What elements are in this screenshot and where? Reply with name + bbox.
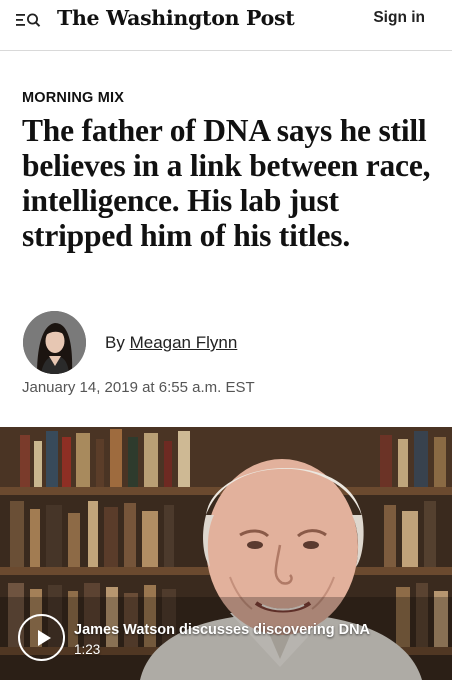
top-nav-bar: The Washington Post Sign in — [0, 0, 452, 51]
hamburger-menu-icon[interactable] — [16, 14, 25, 26]
article-headline: The father of DNA says he still believes… — [22, 113, 431, 253]
play-icon[interactable] — [38, 630, 51, 646]
author-avatar[interactable] — [23, 311, 86, 374]
play-button[interactable] — [18, 614, 65, 661]
masthead-logo[interactable]: The Washington Post — [57, 4, 295, 32]
publish-date: January 14, 2019 at 6:55 a.m. EST — [22, 379, 255, 396]
menu-search-icon[interactable] — [16, 11, 42, 31]
author-photo — [23, 311, 86, 374]
sign-in-link[interactable]: Sign in — [373, 8, 425, 28]
byline-prefix: By — [105, 333, 125, 352]
byline: By Meagan Flynn — [105, 333, 237, 353]
section-kicker[interactable]: MORNING MIX — [22, 90, 124, 106]
author-link[interactable]: Meagan Flynn — [130, 333, 238, 352]
search-icon[interactable] — [26, 13, 41, 27]
video-title[interactable]: James Watson discusses discovering DNA — [74, 622, 370, 638]
video-duration: 1:23 — [74, 642, 101, 657]
video-thumbnail — [0, 427, 452, 680]
video-player[interactable]: James Watson discusses discovering DNA 1… — [0, 427, 452, 680]
